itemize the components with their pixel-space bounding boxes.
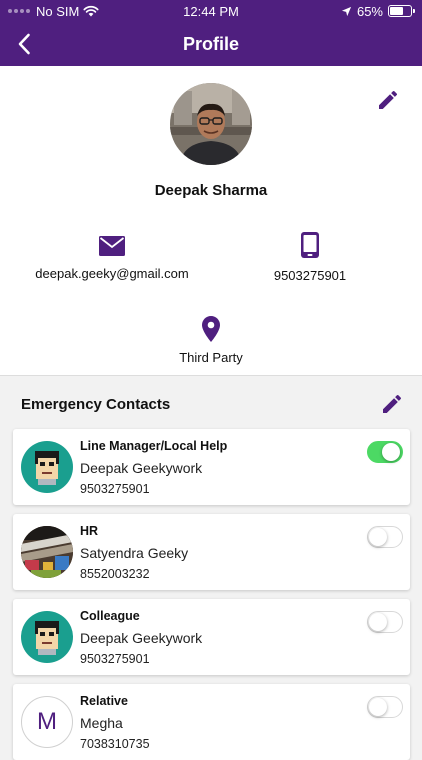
location-text: Third Party xyxy=(179,350,243,365)
contact-card[interactable]: Line Manager/Local Help Deepak Geekywork… xyxy=(13,429,410,505)
email-text: deepak.geeky@gmail.com xyxy=(35,266,189,281)
contact-avatar xyxy=(21,526,73,578)
contact-name: Deepak Geekywork xyxy=(80,630,203,646)
email-info[interactable]: deepak.geeky@gmail.com xyxy=(22,236,202,281)
pencil-icon xyxy=(383,394,402,413)
signal-icon xyxy=(8,9,30,13)
mobile-phone-icon xyxy=(301,232,319,258)
photo-avatar xyxy=(21,526,73,578)
emergency-contacts-title: Emergency Contacts xyxy=(21,396,171,413)
contact-toggle[interactable] xyxy=(367,441,403,463)
cartoon-face-avatar xyxy=(35,621,59,655)
contact-card[interactable]: Colleague Deepak Geekywork 9503275901 xyxy=(13,599,410,675)
contact-name: Megha xyxy=(80,715,123,731)
page-title: Profile xyxy=(182,33,239,54)
contact-phone: 9503275901 xyxy=(80,652,150,666)
contact-phone: 7038310735 xyxy=(80,737,150,751)
status-right: 65% xyxy=(341,3,415,19)
contact-phone: 9503275901 xyxy=(80,482,150,496)
toggle-knob xyxy=(368,527,387,546)
carrier-label: No SIM xyxy=(36,3,80,19)
edit-contacts-button[interactable] xyxy=(380,392,404,416)
toggle-knob xyxy=(368,697,387,716)
profile-photo xyxy=(170,83,252,165)
status-left: No SIM xyxy=(8,4,99,19)
emergency-contacts-header: Emergency Contacts xyxy=(0,376,422,428)
back-button[interactable] xyxy=(8,28,40,60)
mail-icon xyxy=(99,236,125,256)
status-bar: No SIM 12:44 PM 65% xyxy=(0,0,422,22)
contact-name: Deepak Geekywork xyxy=(80,460,203,476)
profile-name: Deepak Sharma xyxy=(154,182,268,199)
phone-info[interactable]: 9503275901 xyxy=(220,232,400,283)
map-pin-icon xyxy=(202,316,220,342)
contact-toggle[interactable] xyxy=(367,696,403,718)
battery-fill xyxy=(390,7,403,15)
contact-relation: Line Manager/Local Help xyxy=(80,439,228,453)
contact-phone: 8552003232 xyxy=(80,567,150,581)
contact-name: Satyendra Geeky xyxy=(80,545,189,561)
contact-avatar xyxy=(21,611,73,663)
battery-percent: 65% xyxy=(356,3,383,19)
nav-bar: Profile xyxy=(0,22,422,66)
contact-relation: Relative xyxy=(80,694,128,708)
contact-relation: Colleague xyxy=(80,609,140,623)
contact-avatar xyxy=(21,441,73,493)
phone-text: 9503275901 xyxy=(273,268,347,283)
toggle-knob xyxy=(382,442,400,461)
location-info: Third Party xyxy=(121,316,301,365)
wifi-icon xyxy=(83,5,99,17)
contact-toggle[interactable] xyxy=(367,611,403,633)
chevron-left-icon xyxy=(18,33,30,55)
profile-card: Deepak Sharma deepak.geeky@gmail.com 950… xyxy=(0,66,422,375)
contact-relation: HR xyxy=(80,524,99,538)
cartoon-face-avatar xyxy=(35,451,59,485)
contact-toggle[interactable] xyxy=(367,526,403,548)
contact-card[interactable]: HR Satyendra Geeky 8552003232 xyxy=(13,514,410,590)
profile-avatar[interactable] xyxy=(170,83,252,165)
toggle-knob xyxy=(368,612,387,631)
location-arrow-icon xyxy=(341,6,352,16)
contact-avatar: M xyxy=(21,696,73,748)
edit-profile-button[interactable] xyxy=(376,88,400,112)
pencil-icon xyxy=(379,90,398,109)
contact-card[interactable]: M Relative Megha 7038310735 xyxy=(13,684,410,760)
battery-icon xyxy=(388,5,415,17)
